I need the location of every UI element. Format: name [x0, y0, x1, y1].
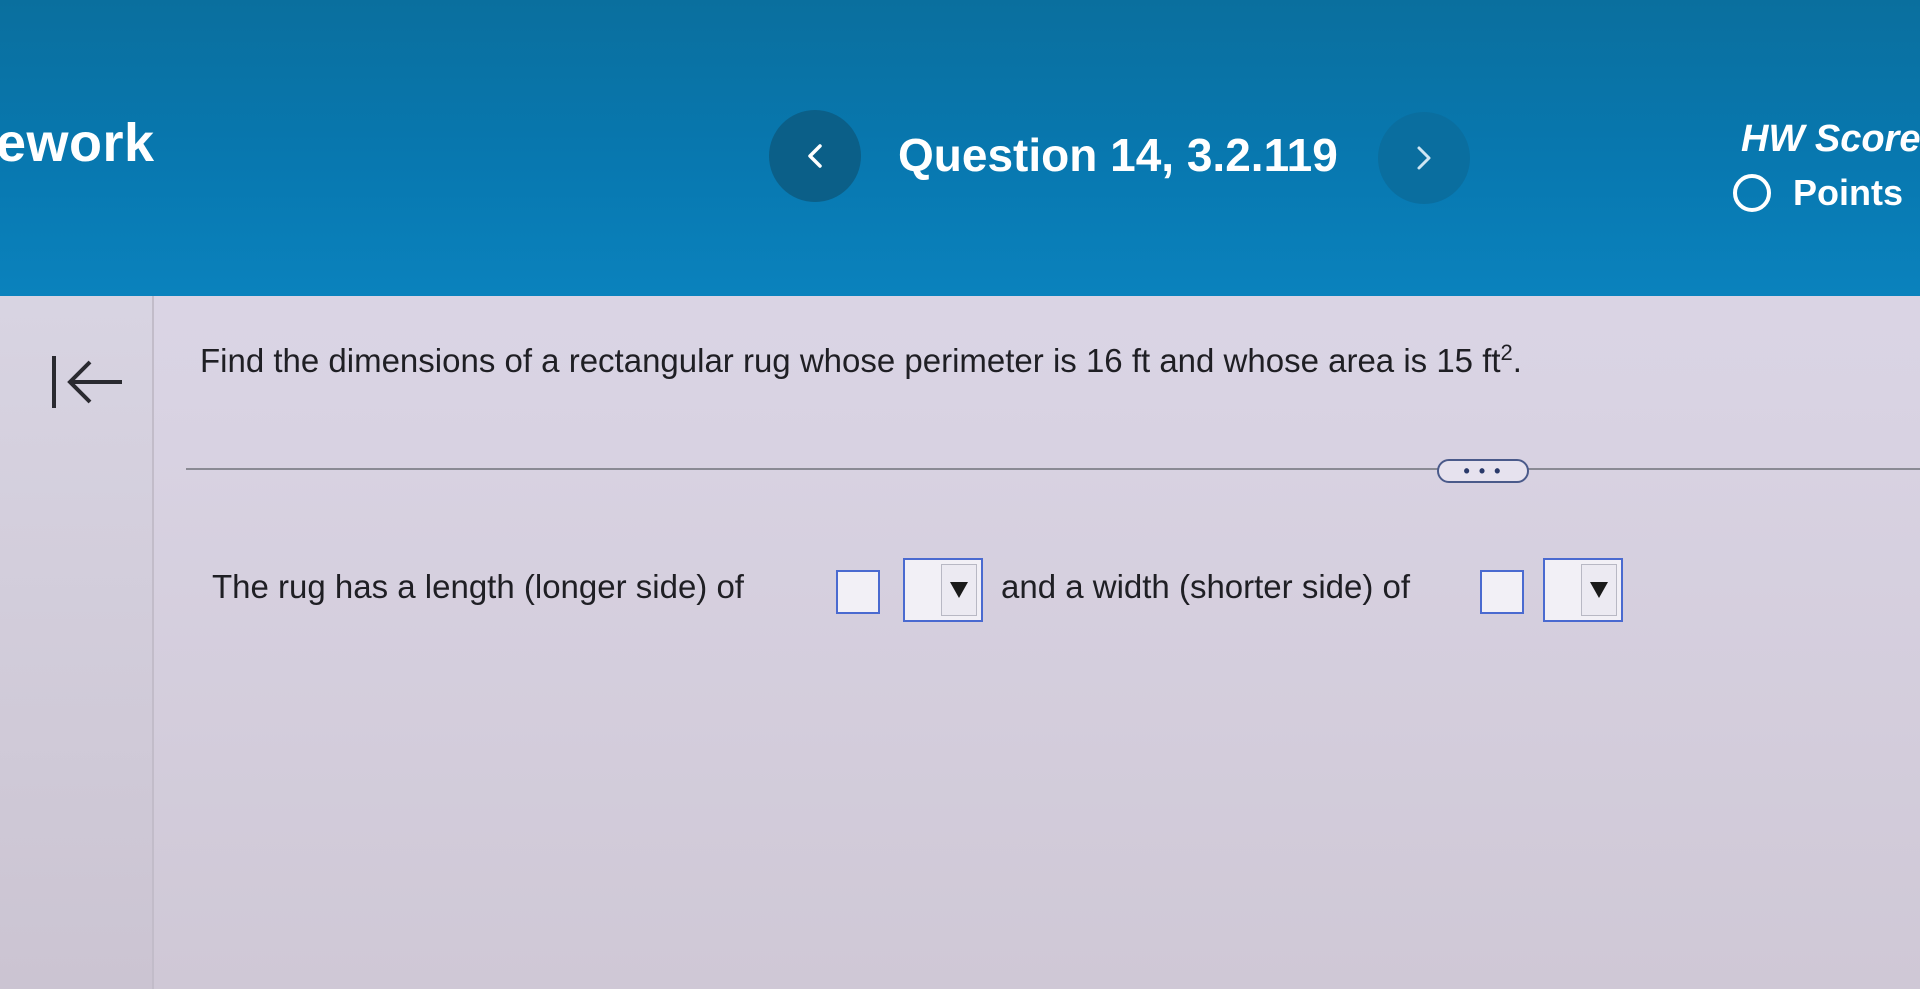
answer-text-width: and a width (shorter side) of: [1001, 568, 1411, 605]
next-question-button[interactable]: [1378, 112, 1470, 204]
page: ework Question 14, 3.2.119 HW Score: Poi…: [0, 0, 1920, 989]
chevron-left-icon: [808, 144, 822, 168]
dropdown-button: [941, 564, 977, 616]
dropdown-button: [1581, 564, 1617, 616]
more-options-label: • • •: [1463, 461, 1503, 481]
triangle-down-icon: [950, 582, 968, 598]
points-label: Points: [1793, 172, 1904, 213]
more-options-button[interactable]: • • •: [1437, 459, 1529, 483]
triangle-down-icon: [1590, 582, 1608, 598]
section-divider: [186, 468, 1920, 470]
width-value-input[interactable]: [1480, 570, 1524, 614]
question-title: Question 14, 3.2.119: [898, 129, 1338, 181]
question-prompt-period: .: [1512, 342, 1522, 379]
area-exponent: 2: [1500, 340, 1513, 365]
homework-title: ework: [0, 113, 155, 173]
previous-question-button[interactable]: [769, 110, 861, 202]
back-to-start-icon[interactable]: [50, 350, 128, 414]
chevron-right-icon: [1417, 146, 1431, 170]
question-prompt-text: Find the dimensions of a rectangular rug…: [200, 342, 1501, 379]
progress-circle-icon: [1733, 174, 1771, 212]
width-unit-dropdown[interactable]: [1543, 558, 1623, 622]
length-value-input[interactable]: [836, 570, 880, 614]
question-prompt: Find the dimensions of a rectangular rug…: [200, 340, 1522, 380]
hw-score-label: HW Score:: [1741, 118, 1920, 160]
points-row: Points: [1733, 172, 1903, 214]
answer-text-length: The rug has a length (longer side) of: [212, 568, 744, 605]
header-bar: ework Question 14, 3.2.119 HW Score: Poi…: [0, 0, 1920, 296]
length-unit-dropdown[interactable]: [903, 558, 983, 622]
